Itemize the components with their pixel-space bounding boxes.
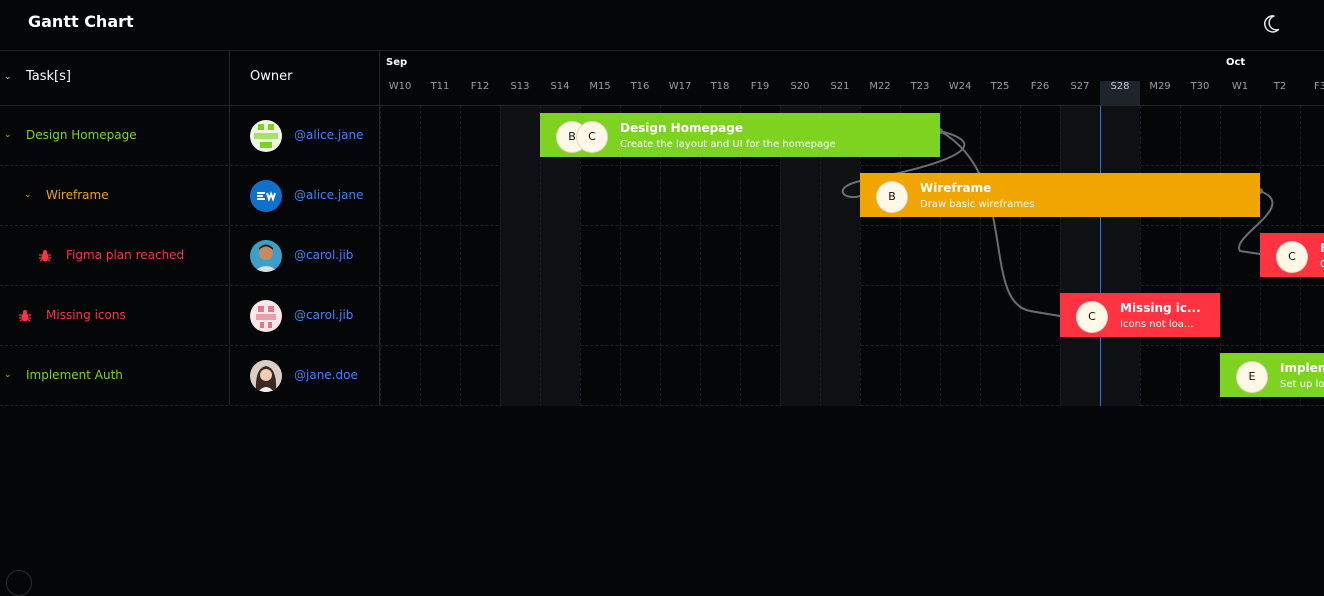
owner-cell: @alice.jane [230, 166, 380, 225]
day-label: S28 [1110, 81, 1130, 92]
assignee-badge: E [1236, 361, 1268, 393]
day-label: S27 [1070, 81, 1090, 92]
day-gridline [1060, 106, 1061, 406]
day-label: M22 [869, 81, 891, 92]
day-label: W1 [1231, 81, 1249, 92]
bar-subtitle: Draw basic wireframes [920, 199, 1035, 210]
bar-title: Wireframe [920, 181, 992, 195]
day-gridline [940, 106, 941, 406]
owner-cell: @carol.jib [230, 286, 380, 345]
bar-subtitle: C [1320, 259, 1324, 270]
day-gridline [380, 106, 381, 406]
task-cell[interactable]: Figma plan reached [0, 226, 230, 285]
owner-cell: @alice.jane [230, 106, 380, 165]
bar-title: Missing ic... [1120, 301, 1201, 315]
day-label: T11 [430, 81, 450, 92]
task-header-label: Task[s] [26, 69, 71, 84]
day-label: T30 [1190, 81, 1210, 92]
gantt-bar[interactable]: E Implem Set up lo [1220, 353, 1324, 397]
task-cell[interactable]: ⌄ Implement Auth [0, 346, 230, 405]
task-name[interactable]: Implement Auth [26, 368, 123, 382]
bar-title: Design Homepage [620, 121, 744, 135]
avatar [250, 300, 282, 332]
owner-handle[interactable]: @alice.jane [294, 188, 364, 202]
task-name[interactable]: Design Homepage [26, 128, 137, 142]
avatar [250, 240, 282, 272]
today-marker [1100, 106, 1101, 406]
day-label: M29 [1149, 81, 1171, 92]
day-gridline [1020, 106, 1021, 406]
owner-handle[interactable]: @carol.jib [294, 248, 353, 262]
day-label: S20 [790, 81, 810, 92]
task-column-header[interactable]: ⌄ Task[s] [0, 51, 230, 106]
task-cell[interactable]: ⌄ Design Homepage [0, 106, 230, 165]
app-title: Gantt Chart [28, 12, 134, 31]
chevron-down-icon[interactable]: ⌄ [4, 371, 12, 380]
day-label: T2 [1273, 81, 1287, 92]
avatar [250, 120, 282, 152]
day-label: T23 [910, 81, 930, 92]
day-label: S21 [830, 81, 850, 92]
task-name[interactable]: Figma plan reached [66, 248, 184, 262]
owner-handle[interactable]: @alice.jane [294, 128, 364, 142]
month-label: Oct [1226, 57, 1246, 68]
day-gridline [420, 106, 421, 406]
gantt-bar[interactable]: B Wireframe Draw basic wireframes [860, 173, 1260, 217]
day-label: S13 [510, 81, 530, 92]
gantt-bar[interactable]: B C Design Homepage Create the layout an… [540, 113, 940, 157]
bar-subtitle: Create the layout and UI for the homepag… [620, 139, 836, 150]
assignee-badge: C [576, 121, 608, 153]
day-gridline [1180, 106, 1181, 406]
avatar [250, 180, 282, 212]
day-label: T16 [630, 81, 650, 92]
chevron-down-icon[interactable]: ⌄ [4, 73, 12, 82]
bar-title: Implem [1280, 361, 1324, 375]
assignee-badge: C [1276, 241, 1308, 273]
timeline-header: Sep Oct W10 T11 F12 S13 S14 M15 T16 W17 T18 F19 S2… [380, 51, 1324, 106]
bar-title: F [1320, 241, 1324, 255]
day-label: S14 [550, 81, 570, 92]
chevron-down-icon[interactable]: ⌄ [24, 191, 32, 200]
owner-handle[interactable]: @jane.doe [294, 368, 358, 382]
day-label: T18 [710, 81, 730, 92]
owner-header-label: Owner [250, 69, 293, 84]
task-cell[interactable]: ⌄ Wireframe [0, 166, 230, 225]
avatar [250, 360, 282, 392]
owner-handle[interactable]: @carol.jib [294, 308, 353, 322]
gantt-bar[interactable]: C Missing ic... Icons not loa... [1060, 293, 1220, 337]
day-gridline [1140, 106, 1141, 406]
day-gridline [980, 106, 981, 406]
bar-subtitle: Icons not loa... [1120, 319, 1194, 330]
owner-column-header[interactable]: Owner [230, 51, 380, 106]
task-cell[interactable]: Missing icons [0, 286, 230, 345]
day-label: W17 [668, 81, 692, 92]
day-gridline [500, 106, 501, 406]
moon-icon[interactable] [1262, 12, 1286, 36]
day-label: T25 [990, 81, 1010, 92]
day-label: F12 [470, 81, 490, 92]
day-label: W10 [388, 81, 412, 92]
bug-icon [18, 308, 32, 327]
timeline-body: B C Design Homepage Create the layout an… [380, 106, 1324, 406]
day-label: W24 [948, 81, 972, 92]
day-label: F3 [1313, 81, 1324, 92]
owner-cell: @jane.doe [230, 346, 380, 405]
day-label: M15 [589, 81, 611, 92]
day-label: F26 [1030, 81, 1050, 92]
corner-control[interactable] [6, 570, 32, 596]
task-name[interactable]: Wireframe [46, 188, 109, 202]
assignee-badge: C [1076, 301, 1108, 333]
task-name[interactable]: Missing icons [46, 308, 126, 322]
assignee-badge: B [876, 181, 908, 213]
app-header: Gantt Chart [0, 0, 1324, 51]
chevron-down-icon[interactable]: ⌄ [4, 131, 12, 140]
owner-cell: @carol.jib [230, 226, 380, 285]
gantt-grid: ⌄ Task[s] Owner Sep Oct W10 T11 F12 S13 S14 M… [0, 51, 1324, 406]
bug-icon [38, 248, 52, 267]
bar-subtitle: Set up lo [1280, 379, 1324, 390]
day-gridline [460, 106, 461, 406]
gantt-bar[interactable]: C F C [1260, 233, 1324, 277]
day-label: F19 [750, 81, 770, 92]
month-label: Sep [386, 57, 408, 68]
